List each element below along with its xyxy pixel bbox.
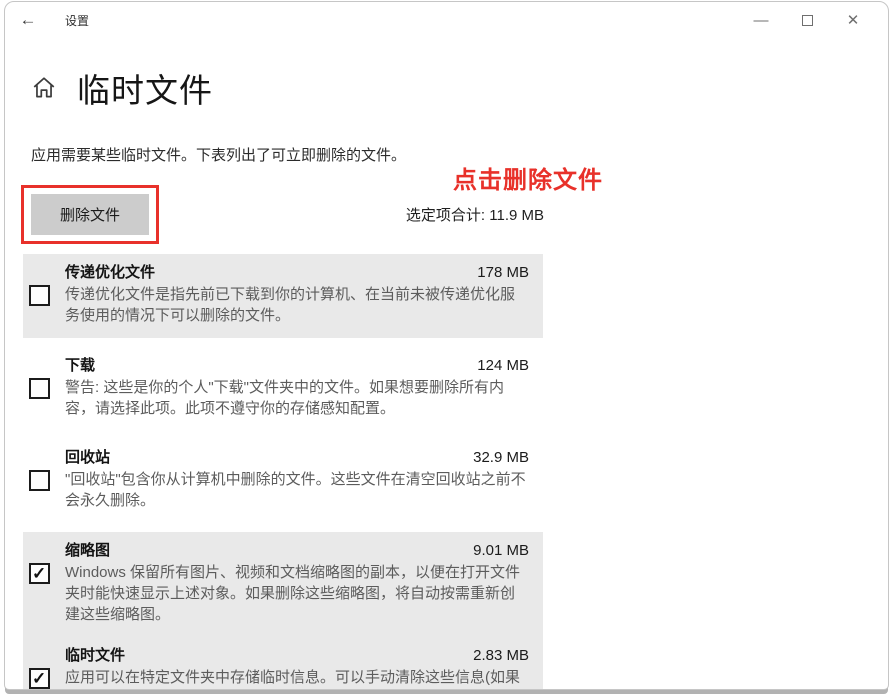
item-description: 警告: 这些是你的个人"下载"文件夹中的文件。如果想要删除所有内容，请选择此项。… — [65, 377, 529, 420]
list-gap — [23, 523, 543, 532]
minimize-button[interactable]: — — [738, 4, 784, 36]
list-item-downloads[interactable]: 下载 124 MB 警告: 这些是你的个人"下载"文件夹中的文件。如果想要删除所… — [23, 347, 543, 431]
item-size: 124 MB — [477, 357, 529, 374]
item-name: 回收站 — [65, 446, 110, 467]
checkbox-temporary-files[interactable] — [29, 668, 50, 689]
item-size: 32.9 MB — [473, 449, 529, 466]
item-name: 下载 — [65, 354, 95, 375]
selected-total-label: 选定项合计: 11.9 MB — [406, 204, 544, 225]
close-button[interactable]: ✕ — [830, 4, 876, 36]
maximize-button[interactable] — [784, 4, 830, 36]
checkbox-recycle-bin[interactable] — [29, 470, 50, 491]
home-icon — [31, 75, 57, 101]
item-size: 178 MB — [477, 264, 529, 281]
list-item-delivery-optimization[interactable]: 传递优化文件 178 MB 传递优化文件是指先前已下载到你的计算机、在当前未被传… — [23, 254, 543, 338]
item-description: "回收站"包含你从计算机中删除的文件。这些文件在清空回收站之前不会永久删除。 — [65, 469, 529, 512]
item-name: 临时文件 — [65, 644, 125, 665]
window-title: 设置 — [65, 12, 89, 29]
item-name: 缩略图 — [65, 539, 110, 560]
list-gap — [23, 338, 543, 347]
annotation-highlight-box: 删除文件 — [21, 185, 159, 244]
item-description: Windows 保留所有图片、视频和文档缩略图的副本，以便在打开文件夹时能快速显… — [65, 562, 529, 626]
item-size: 9.01 MB — [473, 542, 529, 559]
delete-files-button[interactable]: 删除文件 — [31, 194, 149, 235]
page-content: 临时文件 应用需要某些临时文件。下表列出了可立即删除的文件。 点击删除文件 删除… — [5, 64, 888, 690]
maximize-icon — [802, 15, 813, 26]
back-button[interactable]: ← — [5, 10, 51, 30]
titlebar: ← 设置 — ✕ — [5, 2, 888, 38]
page-title: 临时文件 — [77, 64, 213, 112]
annotation-text: 点击删除文件 — [453, 160, 603, 195]
settings-window: ← 设置 — ✕ 临时文件 应用需要某些临时文件。下表列出了可立即删除的文件。 … — [4, 1, 889, 690]
item-size: 2.83 MB — [473, 647, 529, 664]
item-description: 传递优化文件是指先前已下载到你的计算机、在当前未被传递优化服务使用的情况下可以删… — [65, 284, 529, 327]
item-name: 传递优化文件 — [65, 261, 155, 282]
page-header: 临时文件 — [31, 64, 888, 112]
temporary-files-list: 传递优化文件 178 MB 传递优化文件是指先前已下载到你的计算机、在当前未被传… — [23, 254, 543, 690]
checkbox-delivery-optimization[interactable] — [29, 285, 50, 306]
list-item-recycle-bin[interactable]: 回收站 32.9 MB "回收站"包含你从计算机中删除的文件。这些文件在清空回收… — [23, 439, 543, 523]
list-item-thumbnails[interactable]: 缩略图 9.01 MB Windows 保留所有图片、视频和文档缩略图的副本，以… — [23, 532, 543, 637]
checkbox-thumbnails[interactable] — [29, 563, 50, 584]
list-gap — [23, 430, 543, 439]
checkbox-downloads[interactable] — [29, 378, 50, 399]
item-description: 应用可以在特定文件夹中存储临时信息。可以手动清除这些信息(如果应用未自动将其清除… — [65, 667, 529, 690]
checked-items-group: 缩略图 9.01 MB Windows 保留所有图片、视频和文档缩略图的副本，以… — [23, 532, 543, 690]
list-item-temporary-files[interactable]: 临时文件 2.83 MB 应用可以在特定文件夹中存储临时信息。可以手动清除这些信… — [23, 637, 543, 690]
